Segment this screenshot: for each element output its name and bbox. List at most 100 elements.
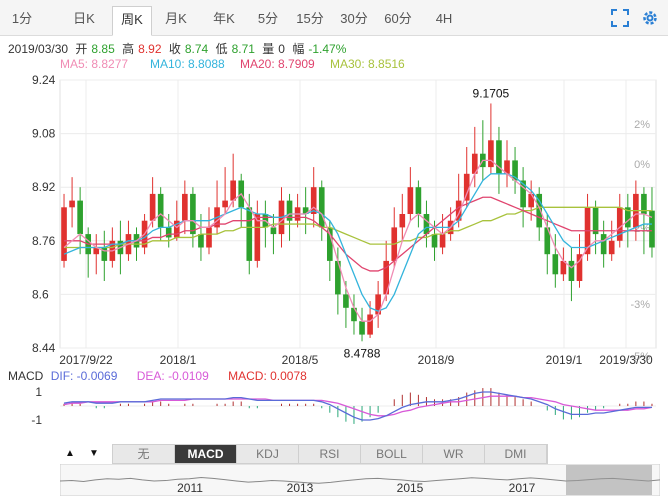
- open-value: 8.85: [91, 42, 115, 56]
- tab-2[interactable]: 周K: [112, 6, 152, 36]
- volume-value: 0: [278, 42, 285, 56]
- settings-icon[interactable]: [641, 9, 659, 27]
- candle-up: [149, 193, 156, 221]
- indicator-tab-kdj[interactable]: KDJ: [237, 445, 299, 463]
- candle-down: [190, 193, 196, 235]
- tab-1[interactable]: 日K: [64, 6, 104, 32]
- tab-6[interactable]: 15分: [294, 6, 326, 32]
- tab-5[interactable]: 5分: [256, 6, 280, 32]
- low-value: 8.71: [231, 42, 255, 56]
- candlestick-chart[interactable]: 9.249.088.928.768.68.442%0%-2%-3%-5%2017…: [0, 70, 668, 370]
- low-label: 低: [215, 42, 228, 56]
- candle-down: [600, 234, 607, 255]
- candle-up: [367, 314, 373, 335]
- tab-0[interactable]: 1分: [6, 6, 38, 32]
- candle-down: [343, 294, 349, 308]
- indicator-tab-bar: 无 MACD KDJ RSI BOLL WR DMI: [112, 444, 548, 464]
- fullscreen-icon[interactable]: [611, 9, 629, 27]
- change-label: 幅: [292, 42, 305, 56]
- candle-down: [568, 260, 575, 281]
- candle-up: [407, 187, 414, 214]
- y-tick-label: 8.6: [32, 287, 49, 301]
- ma10-legend: MA10: 8.8088: [150, 57, 225, 71]
- x-tick-label: 2018/5: [282, 353, 319, 367]
- max-price-annotation: 9.1705: [473, 86, 510, 100]
- candle-down: [77, 200, 83, 235]
- navigator-year-label: 2015: [397, 481, 424, 495]
- candle-down: [157, 193, 164, 228]
- x-tick-label: 2019/1: [546, 353, 583, 367]
- time-navigator[interactable]: 2011 2013 2015 2017: [60, 464, 660, 496]
- candle-down: [270, 227, 277, 235]
- macd-chart: 1 -1: [31, 385, 656, 427]
- navigator-year-label: 2011: [177, 481, 203, 495]
- candle-down: [165, 227, 172, 238]
- high-value: 8.92: [138, 42, 162, 56]
- tab-9[interactable]: 4H: [430, 6, 458, 32]
- tab-7[interactable]: 30分: [338, 6, 370, 32]
- x-tick-label: 2018/1: [160, 353, 197, 367]
- close-value: 8.74: [184, 42, 209, 56]
- navigator-year-label: 2017: [509, 481, 536, 495]
- x-tick-label: 2019/3/30: [599, 353, 653, 367]
- macd-value-legend: MACD: 0.0078: [228, 369, 307, 383]
- candle-down: [415, 187, 422, 214]
- quote-info-line: 2019/03/30 开 8.85 高 8.92 收 8.74 低 8.71 量0 幅-…: [8, 40, 350, 57]
- candle-up: [399, 214, 406, 228]
- min-price-annotation: 8.4788: [344, 346, 381, 360]
- y-tick-label: 8.76: [32, 234, 56, 248]
- open-label: 开: [75, 42, 88, 56]
- candle-up: [182, 193, 188, 221]
- macd-y-label: -1: [31, 413, 42, 427]
- high-label: 高: [122, 42, 135, 56]
- macd-title: MACD: [8, 369, 44, 383]
- tab-3[interactable]: 月K: [160, 6, 192, 32]
- pct-tick-label: 0%: [634, 159, 650, 171]
- navigator-year-label: 2013: [287, 481, 314, 495]
- candle-down: [198, 234, 204, 248]
- tab-4[interactable]: 年K: [208, 6, 240, 32]
- y-tick-label: 9.08: [32, 127, 56, 141]
- y-tick-label: 8.44: [32, 341, 56, 355]
- plot-frame: [59, 79, 657, 349]
- macd-y-label: 1: [35, 385, 42, 399]
- candle-up: [488, 140, 494, 168]
- candle-down: [359, 321, 365, 335]
- dea-legend: DEA: -0.0109: [136, 369, 209, 383]
- candle-up: [230, 180, 236, 201]
- candle-up: [616, 207, 623, 241]
- volume-label: 量: [262, 42, 275, 56]
- candle-down: [431, 234, 438, 248]
- ma30-legend: MA30: 8.8516: [330, 57, 405, 71]
- close-label: 收: [168, 42, 181, 56]
- period-tab-bar: 1分 日K 周K 月K 年K 5分 15分 30分 60分 4H: [0, 0, 668, 36]
- macd-legend: MACD DIF: -0.0069 DEA: -0.0109 MACD: 0.0…: [8, 369, 307, 383]
- quote-date: 2019/03/30: [8, 42, 69, 56]
- pct-tick-label: -3%: [630, 299, 650, 311]
- tab-8[interactable]: 60分: [382, 6, 414, 32]
- candle-down: [552, 254, 559, 275]
- y-tick-label: 9.24: [32, 73, 56, 87]
- candle-down: [592, 207, 599, 235]
- indicator-tab-rsi[interactable]: RSI: [299, 445, 361, 463]
- x-tick-label: 2017/9/22: [59, 353, 113, 367]
- indicator-tab-boll[interactable]: BOLL: [361, 445, 423, 463]
- candle-down: [246, 207, 253, 261]
- ma5-legend: MA5: 8.8277: [60, 57, 129, 71]
- dif-legend: DIF: -0.0069: [50, 369, 118, 383]
- indicator-tab-dmi[interactable]: DMI: [485, 445, 547, 463]
- y-tick-label: 8.92: [32, 180, 56, 194]
- scroll-down-arrow-icon[interactable]: ▼: [84, 444, 104, 464]
- pct-tick-label: 2%: [634, 119, 650, 131]
- candle-down: [423, 214, 430, 235]
- navigator-range-handle[interactable]: [566, 465, 652, 495]
- indicator-tab-无[interactable]: 无: [113, 445, 175, 463]
- x-tick-label: 2018/9: [418, 353, 455, 367]
- candle-up: [206, 227, 212, 248]
- indicator-tab-macd[interactable]: MACD: [175, 445, 237, 463]
- change-value: -1.47%: [308, 42, 347, 56]
- indicator-tab-wr[interactable]: WR: [423, 445, 485, 463]
- candle-up: [439, 234, 446, 248]
- scroll-up-arrow-icon[interactable]: ▲: [60, 444, 80, 464]
- ma20-legend: MA20: 8.7909: [240, 57, 315, 71]
